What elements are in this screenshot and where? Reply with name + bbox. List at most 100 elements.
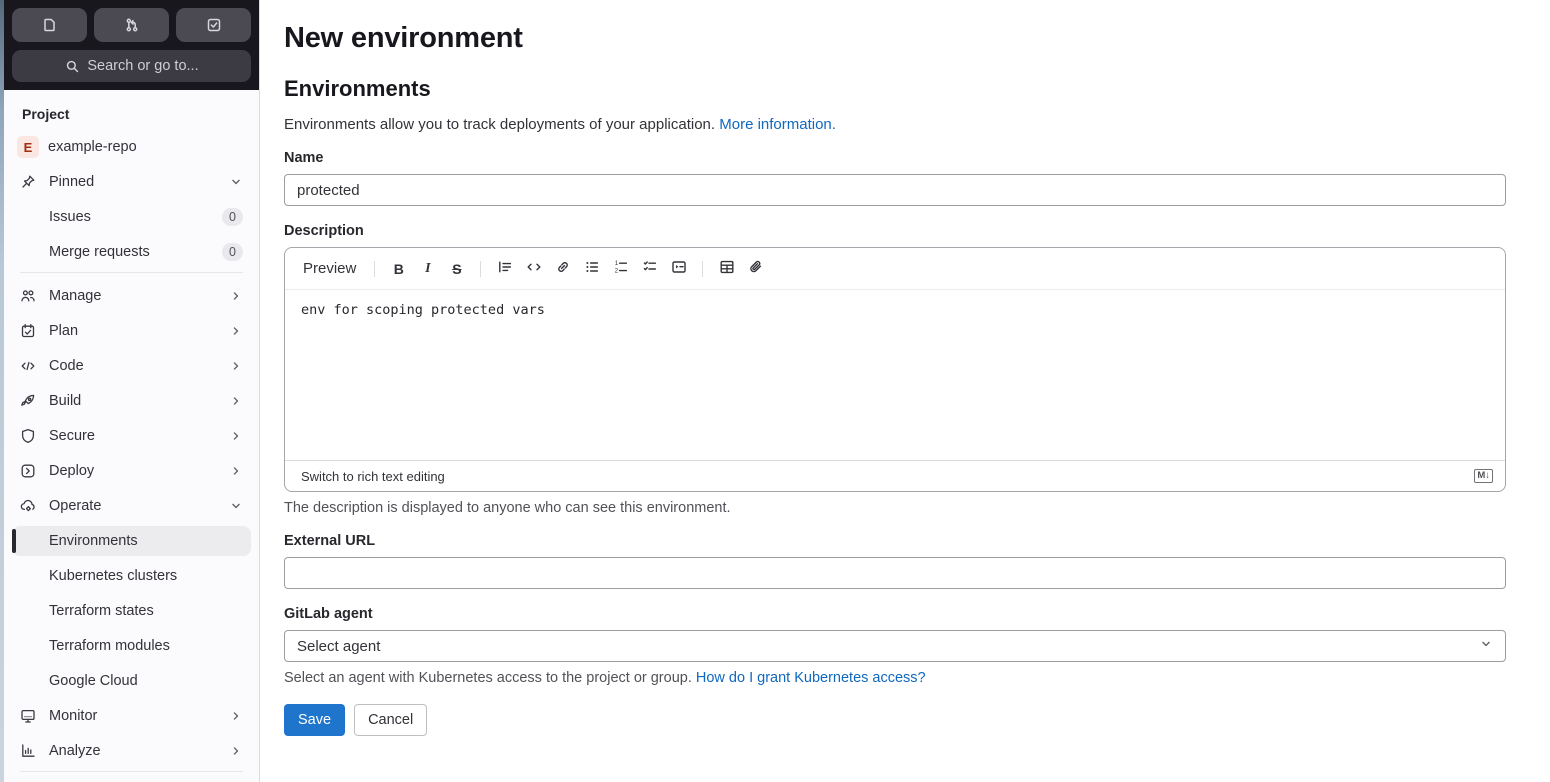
sidebar-item-operate[interactable]: Operate: [12, 491, 251, 521]
sidebar-item-monitor[interactable]: Monitor: [12, 701, 251, 731]
editor-toolbar: Preview B I S 12: [285, 248, 1505, 290]
external-url-input[interactable]: [284, 557, 1506, 589]
strikethrough-icon: S: [452, 260, 462, 277]
sidebar-item-project[interactable]: E example-repo: [12, 132, 251, 162]
sidebar-item-plan[interactable]: Plan: [12, 316, 251, 346]
merge-requests-shortcut-button[interactable]: [94, 8, 169, 42]
quote-button[interactable]: [491, 256, 518, 282]
italic-button[interactable]: I: [414, 256, 441, 282]
chevron-right-icon: [229, 359, 243, 373]
attach-file-button[interactable]: [742, 256, 769, 282]
numbered-list-icon: 12: [613, 259, 629, 278]
kubernetes-clusters-label: Kubernetes clusters: [49, 568, 178, 584]
project-name: example-repo: [48, 139, 137, 155]
search-icon: [64, 58, 80, 74]
description-textarea[interactable]: env for scoping protected vars: [285, 290, 1505, 460]
intro-sentence: Environments allow you to track deployme…: [284, 116, 716, 133]
bullet-list-icon: [584, 259, 600, 278]
chevron-down-icon: [1479, 637, 1493, 655]
agent-select[interactable]: Select agent: [284, 630, 1506, 662]
external-url-label: External URL: [284, 533, 376, 549]
name-input[interactable]: [284, 174, 1506, 206]
shield-icon: [20, 428, 36, 444]
sidebar-item-manage[interactable]: Manage: [12, 281, 251, 311]
merge-request-icon: [124, 17, 140, 33]
link-button[interactable]: [549, 256, 576, 282]
sidebar-item-issues[interactable]: Issues 0: [12, 202, 251, 232]
sidebar-item-deploy[interactable]: Deploy: [12, 456, 251, 486]
sidebar-item-terraform-states[interactable]: Terraform states: [12, 596, 251, 626]
issues-label: Issues: [49, 209, 91, 225]
plan-label: Plan: [49, 323, 79, 339]
app-window: Search or go to... Project E example-rep…: [0, 0, 1550, 782]
sidebar-item-merge-requests[interactable]: Merge requests 0: [12, 237, 251, 267]
cloud-gear-icon: [20, 498, 36, 514]
todo-shortcut-button[interactable]: [176, 8, 251, 42]
toolbar-separator: [374, 260, 376, 277]
numbered-list-button[interactable]: 12: [607, 256, 634, 282]
chevron-right-icon: [229, 394, 243, 408]
search-bar[interactable]: Search or go to...: [12, 50, 251, 82]
sidebar-item-code[interactable]: Code: [12, 351, 251, 381]
sidebar: Search or go to... Project E example-rep…: [4, 0, 260, 782]
collapsible-section-button[interactable]: [665, 256, 692, 282]
environments-section-title: Environments: [284, 76, 431, 101]
task-list-button[interactable]: [636, 256, 663, 282]
more-information-link[interactable]: More information.: [719, 116, 836, 133]
chevron-right-icon: [229, 744, 243, 758]
project-avatar: E: [17, 136, 39, 158]
sidebar-item-secure[interactable]: Secure: [12, 421, 251, 451]
paperclip-icon: [748, 259, 764, 278]
agent-help-text: Select an agent with Kubernetes access t…: [284, 670, 1506, 686]
pin-icon: [20, 174, 36, 190]
cancel-button[interactable]: Cancel: [354, 704, 428, 736]
manage-label: Manage: [49, 288, 102, 304]
switch-rich-text-link[interactable]: Switch to rich text editing: [301, 469, 445, 484]
task-list-icon: [642, 259, 658, 278]
sidebar-item-analyze[interactable]: Analyze: [12, 736, 251, 766]
monitor-icon: [20, 708, 36, 724]
code-button[interactable]: [520, 256, 547, 282]
sidebar-item-environments[interactable]: Environments: [12, 526, 251, 556]
todo-check-icon: [206, 17, 222, 33]
gitlab-agent-label: GitLab agent: [284, 606, 373, 622]
sidebar-item-pinned[interactable]: Pinned: [12, 167, 251, 197]
name-label: Name: [284, 150, 324, 166]
strikethrough-button[interactable]: S: [443, 256, 470, 282]
environments-label: Environments: [49, 533, 138, 549]
description-help-text: The description is displayed to anyone w…: [284, 500, 731, 516]
italic-icon: I: [425, 260, 431, 276]
merge-requests-label: Merge requests: [49, 244, 150, 260]
sidebar-item-kubernetes-clusters[interactable]: Kubernetes clusters: [12, 561, 251, 591]
svg-text:1: 1: [615, 261, 619, 267]
calendar-icon: [20, 323, 36, 339]
issues-count-badge: 0: [222, 208, 243, 226]
bold-button[interactable]: B: [385, 256, 412, 282]
deploy-label: Deploy: [49, 463, 95, 479]
preview-tab[interactable]: Preview: [303, 260, 356, 277]
issues-shortcut-button[interactable]: [12, 8, 87, 42]
collapsible-section-icon: [671, 259, 687, 278]
search-placeholder: Search or go to...: [87, 58, 199, 74]
bullet-list-button[interactable]: [578, 256, 605, 282]
markdown-icon: M↓: [1474, 469, 1493, 483]
sidebar-item-google-cloud[interactable]: Google Cloud: [12, 666, 251, 696]
sidebar-item-build[interactable]: Build: [12, 386, 251, 416]
bold-icon: B: [393, 260, 404, 277]
link-icon: [555, 259, 571, 278]
chevron-down-icon: [229, 175, 243, 189]
rocket-icon: [20, 393, 36, 409]
secure-label: Secure: [49, 428, 95, 444]
sidebar-body: Project E example-repo Pinned Issues 0 M…: [4, 90, 259, 780]
sidebar-item-terraform-modules[interactable]: Terraform modules: [12, 631, 251, 661]
chevron-down-icon: [229, 499, 243, 513]
deploy-icon: [20, 463, 36, 479]
agent-help-sentence: Select an agent with Kubernetes access t…: [284, 670, 692, 686]
table-icon: [719, 259, 735, 278]
markdown-editor: Preview B I S 12 env for scoping protect…: [284, 247, 1506, 492]
sidebar-shortcuts: [12, 8, 251, 42]
kubernetes-access-link[interactable]: How do I grant Kubernetes access?: [696, 670, 926, 686]
sidebar-divider: [20, 771, 243, 772]
save-button[interactable]: Save: [284, 704, 346, 736]
table-button[interactable]: [713, 256, 740, 282]
